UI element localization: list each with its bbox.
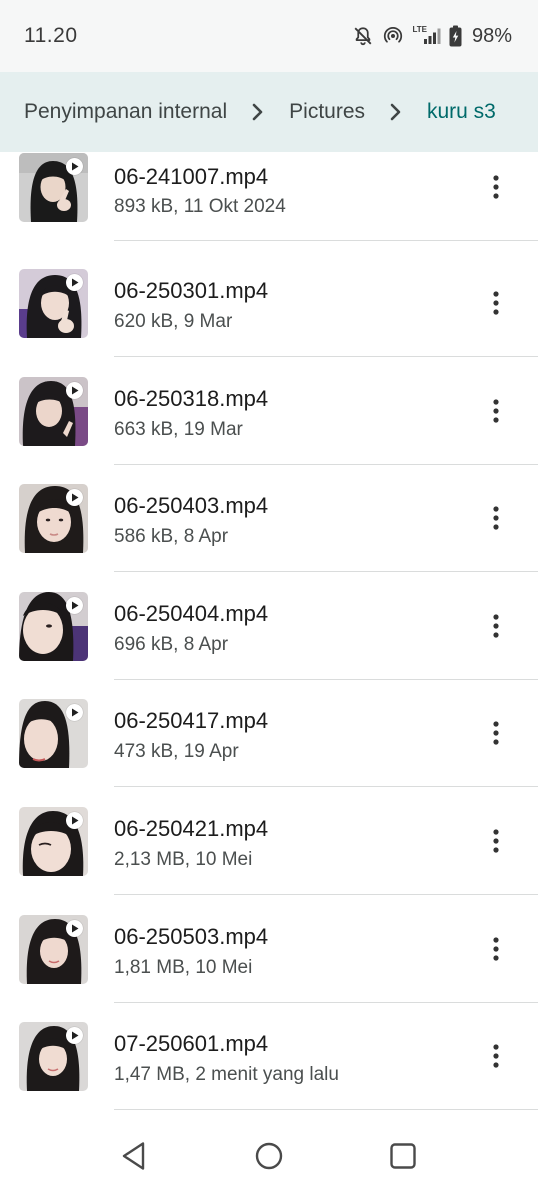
- file-list-item[interactable]: 06-241007.mp4 893 kB, 11 Okt 2024: [0, 152, 538, 252]
- file-name: 06-250417.mp4: [114, 708, 269, 734]
- file-list-item[interactable]: 06-250503.mp4 1,81 MB, 10 Mei: [0, 898, 538, 1006]
- video-thumbnail: [19, 807, 88, 876]
- file-name: 06-241007.mp4: [114, 164, 269, 189]
- file-meta: 586 kB, 8 Apr: [114, 526, 229, 548]
- video-thumbnail: [19, 1022, 88, 1092]
- more-vert-icon[interactable]: [478, 498, 514, 538]
- file-meta: 893 kB, 11 Okt 2024: [114, 196, 286, 217]
- chevron-right-icon: [365, 102, 427, 122]
- file-meta: 620 kB, 9 Mar: [114, 311, 233, 332]
- more-vert-icon[interactable]: [478, 606, 514, 646]
- play-icon: [66, 919, 83, 937]
- battery-percent: 98%: [471, 24, 512, 47]
- file-name: 06-250403.mp4: [114, 493, 269, 519]
- file-list-item[interactable]: 06-250404.mp4 696 kB, 8 Apr: [0, 575, 538, 683]
- back-icon[interactable]: [114, 1136, 154, 1176]
- recents-icon[interactable]: [383, 1136, 423, 1176]
- file-meta: 696 kB, 8 Apr: [114, 633, 229, 655]
- file-list: 06-241007.mp4 893 kB, 11 Okt 2024 06-250…: [0, 152, 538, 1112]
- video-thumbnail: [19, 484, 88, 554]
- file-name: 06-250301.mp4: [114, 278, 269, 303]
- video-thumbnail: [19, 376, 88, 446]
- video-thumbnail: [19, 914, 88, 984]
- divider: [114, 571, 538, 573]
- play-icon: [66, 274, 83, 291]
- status-bar: 11.20 LTE 98%: [0, 0, 538, 72]
- file-name: 06-250318.mp4: [114, 385, 269, 411]
- divider: [114, 786, 538, 788]
- play-icon: [66, 381, 83, 399]
- file-meta: 473 kB, 19 Apr: [114, 741, 239, 763]
- more-vert-icon[interactable]: [478, 929, 514, 969]
- navigation-bar: [0, 1112, 538, 1200]
- file-meta: 1,81 MB, 10 Mei: [114, 956, 253, 978]
- more-vert-icon[interactable]: [478, 283, 514, 323]
- file-name: 06-250421.mp4: [114, 816, 269, 841]
- status-time: 11.20: [24, 24, 78, 47]
- more-vert-icon[interactable]: [478, 391, 514, 431]
- file-list-item[interactable]: 06-250421.mp4 2,13 MB, 10 Mei: [0, 790, 538, 898]
- battery-charging-icon: [449, 25, 462, 47]
- file-list-item[interactable]: 06-250417.mp4 473 kB, 19 Apr: [0, 682, 538, 790]
- divider: [114, 894, 538, 895]
- lte-label: LTE: [412, 24, 427, 34]
- status-icons: LTE 98%: [352, 22, 512, 50]
- file-name: 06-250404.mp4: [114, 600, 269, 626]
- file-name: 07-250601.mp4: [114, 1031, 269, 1057]
- play-icon: [66, 158, 83, 175]
- file-name: 06-250503.mp4: [114, 923, 269, 949]
- breadcrumb-item-internal-storage[interactable]: Penyimpanan internal: [24, 100, 227, 124]
- divider: [114, 240, 538, 241]
- file-meta: 1,47 MB, 2 menit yang lalu: [114, 1064, 339, 1086]
- divider: [114, 356, 538, 357]
- video-thumbnail: [19, 591, 88, 661]
- file-meta: 2,13 MB, 10 Mei: [114, 849, 253, 870]
- file-list-item[interactable]: 06-250318.mp4 663 kB, 19 Mar: [0, 360, 538, 468]
- play-icon: [66, 812, 83, 829]
- divider: [114, 463, 538, 465]
- divider: [114, 678, 538, 680]
- more-vert-icon[interactable]: [478, 713, 514, 753]
- more-vert-icon[interactable]: [478, 821, 514, 861]
- chevron-right-icon: [227, 102, 289, 122]
- video-thumbnail: [19, 153, 88, 222]
- video-thumbnail: [19, 269, 88, 338]
- more-vert-icon[interactable]: [478, 1036, 514, 1076]
- more-vert-icon[interactable]: [478, 167, 514, 207]
- divider: [114, 1001, 538, 1003]
- hotspot-icon: [382, 25, 404, 47]
- file-list-item[interactable]: 06-250403.mp4 586 kB, 8 Apr: [0, 467, 538, 575]
- breadcrumb-item-pictures[interactable]: Pictures: [289, 100, 365, 124]
- file-list-item[interactable]: 07-250601.mp4 1,47 MB, 2 menit yang lalu: [0, 1005, 538, 1112]
- lte-signal-icon: LTE: [412, 24, 441, 45]
- divider: [114, 1109, 538, 1111]
- breadcrumb: Penyimpanan internal Pictures kuru s3: [0, 72, 538, 152]
- notifications-off-icon: [352, 25, 374, 47]
- file-meta: 663 kB, 19 Mar: [114, 418, 243, 440]
- play-icon: [66, 596, 83, 614]
- breadcrumb-item-current-folder[interactable]: kuru s3: [427, 100, 496, 124]
- file-list-item[interactable]: 06-250301.mp4 620 kB, 9 Mar: [0, 252, 538, 360]
- video-thumbnail: [19, 699, 88, 769]
- home-icon[interactable]: [249, 1136, 289, 1176]
